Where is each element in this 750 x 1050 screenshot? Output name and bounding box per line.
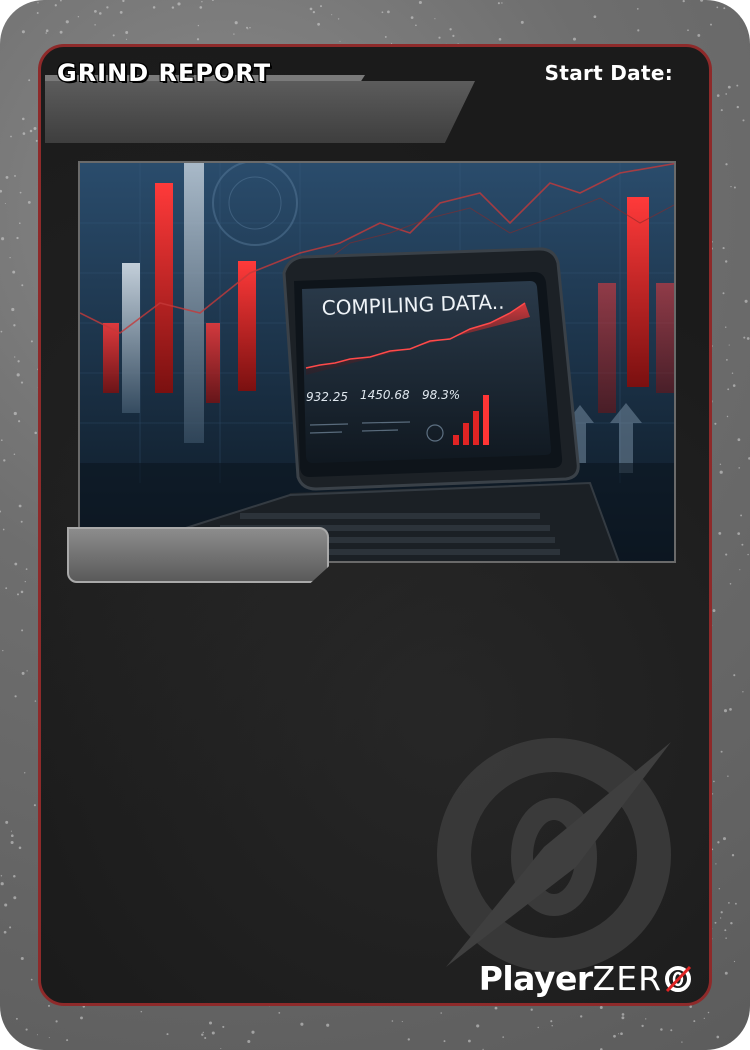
playerzero-watermark-icon: [437, 738, 671, 972]
card-artwork: COMPILING DATA.. 932.25 1450.68 98.3%: [78, 161, 676, 563]
bg-bar: [184, 163, 204, 443]
bg-bar: [155, 183, 173, 393]
title-plate: [45, 81, 475, 143]
bg-bar: [122, 263, 140, 413]
bg-bar: [206, 323, 220, 403]
brand-zero-text: ZER: [592, 959, 662, 998]
card-type-badge: [67, 527, 329, 583]
laptop-data-illustration: COMPILING DATA.. 932.25 1450.68 98.3%: [80, 163, 674, 561]
bg-bar: [103, 323, 119, 393]
screen-stat-2: 1450.68: [360, 388, 410, 402]
bg-bar: [656, 283, 674, 393]
zero-logo-icon: [665, 965, 692, 992]
start-date-label: Start Date:: [544, 61, 673, 85]
card-inner-panel: Start Date: COMPILING DATA.. 932.25 1450…: [38, 44, 712, 1006]
bg-bar: [627, 197, 649, 387]
trading-card: Start Date: COMPILING DATA.. 932.25 1450…: [0, 0, 750, 1050]
screen-stat-1: 932.25: [306, 390, 348, 404]
brand-logo: Player ZER: [479, 959, 693, 998]
card-type-label: GRIND REPORT: [57, 59, 272, 87]
screen-stat-3: 98.3%: [422, 388, 460, 402]
bg-bar: [598, 283, 616, 413]
brand-player-text: Player: [478, 959, 593, 998]
